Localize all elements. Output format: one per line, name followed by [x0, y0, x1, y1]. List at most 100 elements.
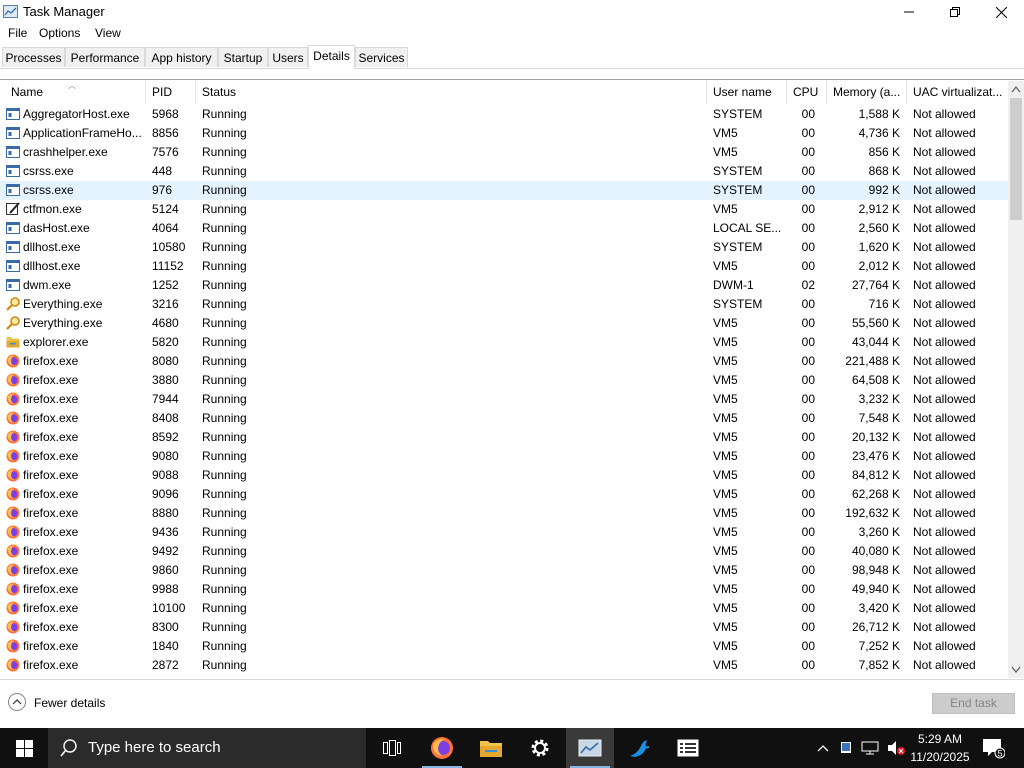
restore-button[interactable]: [932, 0, 978, 24]
tray-network[interactable]: [858, 728, 882, 768]
table-row[interactable]: firefox.exe 8408 Running VM5 00 7,548 K Not al…: [0, 409, 1008, 428]
minimize-button[interactable]: [886, 0, 932, 24]
table-row[interactable]: csrss.exe 976 Running SYSTEM 00 992 K Not allo…: [0, 181, 1008, 200]
clock-time: 5:29 AM: [917, 732, 963, 746]
cell-cpu: 00: [801, 601, 815, 615]
cell-mem: 4,736 K: [858, 126, 900, 140]
tab-startup[interactable]: Startup: [218, 47, 268, 67]
cell-uac: Not allowed: [913, 392, 976, 406]
tab-processes[interactable]: Processes: [2, 47, 65, 67]
table-row[interactable]: firefox.exe 9080 Running VM5 00 23,476 K Not a…: [0, 447, 1008, 466]
end-task-button[interactable]: End task: [932, 693, 1015, 714]
taskbar-clock[interactable]: 5:29 AM 11/20/2025: [908, 730, 972, 766]
cell-name: AggregatorHost.exe: [23, 107, 130, 121]
taskbar-app-bird[interactable]: [615, 728, 663, 768]
tray-volume[interactable]: [884, 728, 908, 768]
fewer-details-toggle[interactable]: [8, 693, 26, 711]
tab-services[interactable]: Services: [355, 47, 408, 67]
table-row[interactable]: explorer.exe 5820 Running VM5 00 43,044 K Not …: [0, 333, 1008, 352]
fewer-details-link[interactable]: Fewer details: [34, 696, 105, 710]
scroll-down-icon[interactable]: [1011, 666, 1021, 674]
cell-user: SYSTEM: [713, 107, 763, 121]
column-header-name[interactable]: Name: [5, 80, 146, 104]
table-row[interactable]: firefox.exe 2872 Running VM5 00 7,852 K Not al…: [0, 656, 1008, 675]
cell-name: crashhelper.exe: [23, 145, 108, 159]
start-button[interactable]: [0, 728, 48, 768]
cell-pid: 1840: [152, 639, 179, 653]
table-row[interactable]: dwm.exe 1252 Running DWM-1 02 27,764 K Not all…: [0, 276, 1008, 295]
menu-view[interactable]: View: [95, 26, 121, 40]
gear-icon: [531, 739, 549, 757]
cell-mem: 716 K: [868, 297, 900, 311]
cell-name: dllhost.exe: [23, 259, 81, 273]
cell-name: firefox.exe: [23, 544, 79, 558]
cell-mem: 84,812 K: [851, 468, 900, 482]
table-row[interactable]: firefox.exe 10100 Running VM5 00 3,420 K Not a…: [0, 599, 1008, 618]
table-row[interactable]: ctfmon.exe 5124 Running VM5 00 2,912 K Not all…: [0, 200, 1008, 219]
table-row[interactable]: firefox.exe 9096 Running VM5 00 62,268 K Not a…: [0, 485, 1008, 504]
table-row[interactable]: firefox.exe 8080 Running VM5 00 221,488 K Not …: [0, 352, 1008, 371]
table-row[interactable]: firefox.exe 9860 Running VM5 00 98,948 K Not a…: [0, 561, 1008, 580]
taskbar-settings[interactable]: [516, 728, 564, 768]
cell-status: Running: [202, 392, 247, 406]
tab-performance[interactable]: Performance: [65, 47, 145, 67]
action-center-button[interactable]: 5: [978, 728, 1008, 768]
table-row[interactable]: firefox.exe 7944 Running VM5 00 3,232 K Not al…: [0, 390, 1008, 409]
table-row[interactable]: dllhost.exe 11152 Running VM5 00 2,012 K Not a…: [0, 257, 1008, 276]
cell-mem: 221,488 K: [845, 354, 900, 368]
chevron-up-icon: [817, 745, 829, 752]
cell-uac: Not allowed: [913, 601, 976, 615]
firefox-icon: [431, 737, 453, 759]
scroll-up-icon[interactable]: [1011, 85, 1021, 93]
column-header-memory[interactable]: Memory (a...: [827, 80, 907, 104]
column-header-cpu[interactable]: CPU: [787, 80, 827, 104]
task-view-button[interactable]: [368, 728, 416, 768]
cell-cpu: 00: [801, 145, 815, 159]
cell-uac: Not allowed: [913, 506, 976, 520]
table-row[interactable]: firefox.exe 8880 Running VM5 00 192,632 K Not …: [0, 504, 1008, 523]
table-row[interactable]: firefox.exe 8592 Running VM5 00 20,132 K Not a…: [0, 428, 1008, 447]
table-row[interactable]: firefox.exe 9088 Running VM5 00 84,812 K Not a…: [0, 466, 1008, 485]
taskbar-task-manager[interactable]: [566, 728, 614, 768]
menu-options[interactable]: Options: [39, 26, 80, 40]
cell-uac: Not allowed: [913, 145, 976, 159]
close-button[interactable]: [978, 0, 1024, 24]
tab-app-history[interactable]: App history: [145, 47, 218, 67]
table-row[interactable]: ApplicationFrameHo... 8856 Running VM5 00 4,7…: [0, 124, 1008, 143]
taskbar-app-list[interactable]: [664, 728, 712, 768]
table-row[interactable]: Everything.exe 4680 Running VM5 00 55,560 K No…: [0, 314, 1008, 333]
tab-details[interactable]: Details: [308, 45, 355, 69]
cell-name: dllhost.exe: [23, 240, 81, 254]
table-row[interactable]: AggregatorHost.exe 5968 Running SYSTEM 00 1,5…: [0, 105, 1008, 124]
table-row[interactable]: csrss.exe 448 Running SYSTEM 00 868 K Not allo…: [0, 162, 1008, 181]
column-header-pid[interactable]: PID: [146, 80, 196, 104]
tab-users[interactable]: Users: [268, 47, 308, 67]
cell-user: LOCAL SE...: [713, 221, 782, 235]
column-header-uac[interactable]: UAC virtualizat...: [907, 80, 1008, 104]
cell-name: firefox.exe: [23, 468, 79, 482]
scrollbar-thumb[interactable]: [1010, 98, 1022, 220]
table-row[interactable]: firefox.exe 8300 Running VM5 00 26,712 K Not a…: [0, 618, 1008, 637]
table-row[interactable]: firefox.exe 9492 Running VM5 00 40,080 K Not a…: [0, 542, 1008, 561]
table-row[interactable]: crashhelper.exe 7576 Running VM5 00 856 K Not …: [0, 143, 1008, 162]
table-row[interactable]: firefox.exe 9988 Running VM5 00 49,940 K Not a…: [0, 580, 1008, 599]
cell-pid: 11152: [152, 259, 184, 273]
cell-cpu: 00: [801, 107, 815, 121]
cell-cpu: 00: [801, 544, 815, 558]
tray-tablet[interactable]: [836, 728, 856, 768]
menu-file[interactable]: File: [8, 26, 27, 40]
table-row[interactable]: firefox.exe 3880 Running VM5 00 64,508 K Not a…: [0, 371, 1008, 390]
table-row[interactable]: Everything.exe 3216 Running SYSTEM 00 716 K No…: [0, 295, 1008, 314]
cell-status: Running: [202, 126, 247, 140]
taskbar-firefox[interactable]: [418, 728, 466, 768]
taskbar-file-explorer[interactable]: [467, 728, 515, 768]
cell-pid: 10100: [152, 601, 186, 615]
column-header-user-name[interactable]: User name: [707, 80, 787, 104]
table-row[interactable]: dasHost.exe 4064 Running LOCAL SE... 00 2,560…: [0, 219, 1008, 238]
cell-status: Running: [202, 563, 247, 577]
show-hidden-icons-button[interactable]: [812, 728, 834, 768]
table-row[interactable]: firefox.exe 9436 Running VM5 00 3,260 K Not al…: [0, 523, 1008, 542]
table-row[interactable]: dllhost.exe 10580 Running SYSTEM 00 1,620 K No…: [0, 238, 1008, 257]
table-row[interactable]: firefox.exe 1840 Running VM5 00 7,252 K Not al…: [0, 637, 1008, 656]
column-header-status[interactable]: Status: [196, 80, 707, 104]
